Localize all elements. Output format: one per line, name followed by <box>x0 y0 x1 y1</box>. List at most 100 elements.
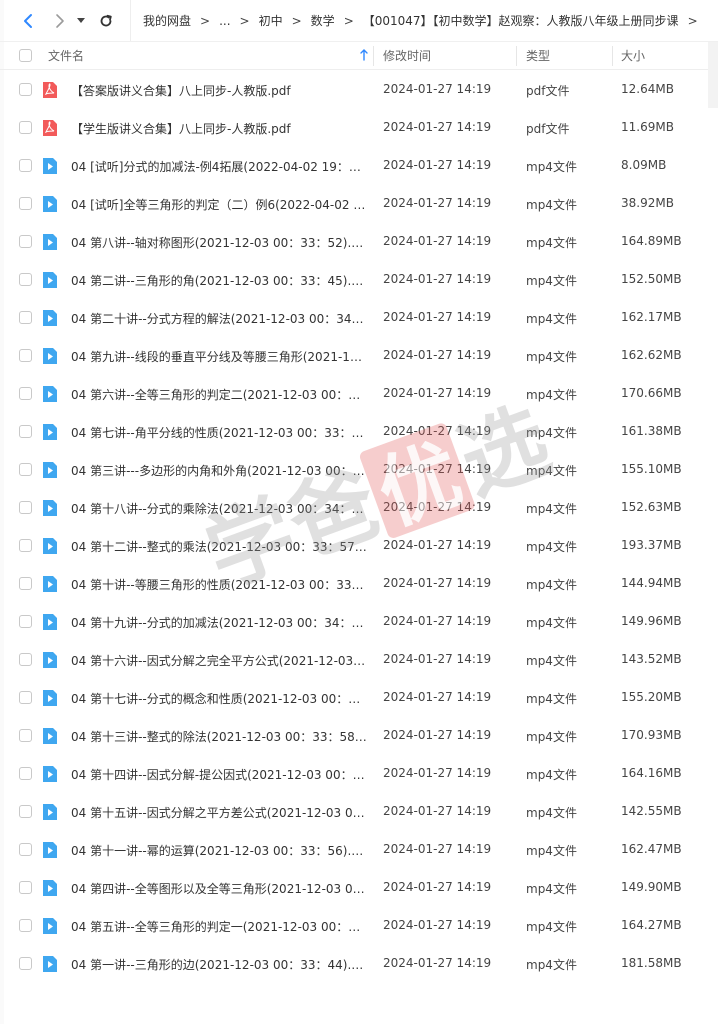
row-checkbox[interactable] <box>19 691 32 704</box>
row-checkbox[interactable] <box>19 273 32 286</box>
row-checkbox[interactable] <box>19 197 32 210</box>
file-name[interactable]: 04 第十八讲--分式的乘除法(2021-12-03 00：34：04).m..… <box>71 500 367 517</box>
file-name[interactable]: 04 第二讲--三角形的角(2021-12-03 00：33：45).mp4 <box>71 272 367 289</box>
row-checkbox[interactable] <box>19 159 32 172</box>
file-name[interactable]: 04 第十四讲--因式分解-提公因式(2021-12-03 00：33：... <box>71 766 367 783</box>
row-checkbox[interactable] <box>19 919 32 932</box>
row-checkbox[interactable] <box>19 425 32 438</box>
file-row[interactable]: 04 第四讲--全等图形以及全等三角形(2021-12-03 00：3... 20… <box>0 869 718 907</box>
chevron-right-icon <box>56 13 64 28</box>
file-row[interactable]: 04 第二讲--三角形的角(2021-12-03 00：33：45).mp4 20… <box>0 261 718 299</box>
file-name[interactable]: 04 第十六讲--因式分解之完全平方公式(2021-12-03 00... <box>71 652 367 669</box>
column-header-type[interactable]: 类型 <box>526 47 550 64</box>
row-checkbox[interactable] <box>19 653 32 666</box>
file-row[interactable]: 04 第十九讲--分式的加减法(2021-12-03 00：34：05).m..… <box>0 603 718 641</box>
row-checkbox[interactable] <box>19 501 32 514</box>
file-name[interactable]: 04 第十三讲--整式的除法(2021-12-03 00：33：58).mp4 <box>71 728 367 745</box>
file-name[interactable]: 04 第四讲--全等图形以及全等三角形(2021-12-03 00：3... <box>71 880 367 897</box>
row-checkbox[interactable] <box>19 615 32 628</box>
history-dropdown[interactable] <box>74 7 88 35</box>
file-name[interactable]: 04 [试听]全等三角形的判定（二）例6(2022-04-02 19：... <box>71 196 367 213</box>
row-checkbox[interactable] <box>19 83 32 96</box>
file-name[interactable]: 04 第九讲--线段的垂直平分线及等腰三角形(2021-12-03... <box>71 348 367 365</box>
breadcrumb-item-current[interactable]: 【001047】【初中数学】赵观察：人教版八年级上册同步课 <box>361 12 681 29</box>
file-row[interactable]: 04 [试听]全等三角形的判定（二）例6(2022-04-02 19：... 20… <box>0 185 718 223</box>
file-row[interactable]: 04 第十五讲--因式分解之平方差公式(2021-12-03 00：3... 20… <box>0 793 718 831</box>
row-checkbox[interactable] <box>19 805 32 818</box>
file-row[interactable]: 04 第十四讲--因式分解-提公因式(2021-12-03 00：33：... 2… <box>0 755 718 793</box>
file-row[interactable]: 04 第十三讲--整式的除法(2021-12-03 00：33：58).mp4 2… <box>0 717 718 755</box>
row-checkbox[interactable] <box>19 881 32 894</box>
file-name[interactable]: 04 第八讲--轴对称图形(2021-12-03 00：33：52).mp4 <box>71 234 367 251</box>
back-button[interactable] <box>14 7 42 35</box>
file-row[interactable]: 04 第十一讲--幂的运算(2021-12-03 00：33：56).mp4 20… <box>0 831 718 869</box>
file-row[interactable]: 04 第十七讲--分式的概念和性质(2021-12-03 00：34：... 20… <box>0 679 718 717</box>
file-row[interactable]: 04 第五讲--全等三角形的判定一(2021-12-03 00：33：... 20… <box>0 907 718 945</box>
file-name[interactable]: 04 第十七讲--分式的概念和性质(2021-12-03 00：34：... <box>71 690 367 707</box>
file-row[interactable]: 【学生版讲义合集】八上同步-人教版.pdf 2024-01-27 14:19 pdf… <box>0 109 718 147</box>
column-header-size[interactable]: 大小 <box>621 47 645 64</box>
file-row[interactable]: 04 第十八讲--分式的乘除法(2021-12-03 00：34：04).m..… <box>0 489 718 527</box>
file-name[interactable]: 04 第六讲--全等三角形的判定二(2021-12-03 00：33：... <box>71 386 367 403</box>
file-name[interactable]: 04 第二十讲--分式方程的解法(2021-12-03 00：34：07)... <box>71 310 367 327</box>
row-checkbox[interactable] <box>19 767 32 780</box>
video-icon <box>43 158 57 174</box>
breadcrumb-item[interactable]: 数学 <box>309 12 337 29</box>
file-name[interactable]: 04 第三讲---多边形的内角和外角(2021-12-03 00：33：... <box>71 462 367 479</box>
file-row[interactable]: 04 第二十讲--分式方程的解法(2021-12-03 00：34：07)...… <box>0 299 718 337</box>
file-row[interactable]: 04 第六讲--全等三角形的判定二(2021-12-03 00：33：... 20… <box>0 375 718 413</box>
row-checkbox[interactable] <box>19 387 32 400</box>
file-modified-time: 2024-01-27 14:19 <box>383 158 492 172</box>
column-header-time[interactable]: 修改时间 <box>383 47 431 64</box>
column-divider[interactable] <box>516 46 517 66</box>
file-row[interactable]: 04 第八讲--轴对称图形(2021-12-03 00：33：52).mp4 20… <box>0 223 718 261</box>
row-checkbox[interactable] <box>19 463 32 476</box>
row-checkbox[interactable] <box>19 577 32 590</box>
forward-button[interactable] <box>46 7 74 35</box>
file-row[interactable]: 04 [试听]分式的加减法-例4拓展(2022-04-02 19：19：5...… <box>0 147 718 185</box>
file-row[interactable]: 04 第十讲--等腰三角形的性质(2021-12-03 00：33：54)...… <box>0 565 718 603</box>
file-row[interactable]: 04 第三讲---多边形的内角和外角(2021-12-03 00：33：... 2… <box>0 451 718 489</box>
row-checkbox[interactable] <box>19 957 32 970</box>
file-name[interactable]: 04 第七讲--角平分线的性质(2021-12-03 00：33：51).m..… <box>71 424 367 441</box>
file-name[interactable]: 04 第十九讲--分式的加减法(2021-12-03 00：34：05).m..… <box>71 614 367 631</box>
file-name[interactable]: 04 第十二讲--整式的乘法(2021-12-03 00：33：57).mp4 <box>71 538 367 555</box>
file-modified-time: 2024-01-27 14:19 <box>383 462 492 476</box>
sort-arrow-up-icon[interactable] <box>360 49 368 61</box>
file-name[interactable]: 【答案版讲义合集】八上同步-人教版.pdf <box>71 82 367 99</box>
row-checkbox[interactable] <box>19 311 32 324</box>
row-checkbox[interactable] <box>19 235 32 248</box>
file-type: mp4文件 <box>526 312 577 326</box>
file-name[interactable]: 04 第一讲--三角形的边(2021-12-03 00：33：44).mp4 <box>71 956 367 973</box>
file-name[interactable]: 04 第十一讲--幂的运算(2021-12-03 00：33：56).mp4 <box>71 842 367 859</box>
file-size: 162.47MB <box>621 842 682 856</box>
file-name[interactable]: 04 第五讲--全等三角形的判定一(2021-12-03 00：33：... <box>71 918 367 935</box>
file-row[interactable]: 【答案版讲义合集】八上同步-人教版.pdf 2024-01-27 14:19 pdf… <box>0 71 718 109</box>
file-name[interactable]: 04 第十讲--等腰三角形的性质(2021-12-03 00：33：54)... <box>71 576 367 593</box>
refresh-button[interactable] <box>92 7 120 35</box>
file-size: 144.94MB <box>621 576 682 590</box>
row-checkbox[interactable] <box>19 729 32 742</box>
file-name[interactable]: 04 [试听]分式的加减法-例4拓展(2022-04-02 19：19：5... <box>71 158 367 175</box>
breadcrumb-item[interactable]: 我的网盘 <box>141 12 193 29</box>
row-checkbox[interactable] <box>19 349 32 362</box>
column-divider[interactable] <box>373 46 374 66</box>
row-checkbox[interactable] <box>19 843 32 856</box>
file-row[interactable]: 04 第九讲--线段的垂直平分线及等腰三角形(2021-12-03... 2024… <box>0 337 718 375</box>
file-size: 155.10MB <box>621 462 682 476</box>
file-name[interactable]: 04 第十五讲--因式分解之平方差公式(2021-12-03 00：3... <box>71 804 367 821</box>
file-row[interactable]: 04 第十六讲--因式分解之完全平方公式(2021-12-03 00... 202… <box>0 641 718 679</box>
breadcrumb-item[interactable]: 初中 <box>257 12 285 29</box>
file-name[interactable]: 【学生版讲义合集】八上同步-人教版.pdf <box>71 120 367 137</box>
row-checkbox[interactable] <box>19 539 32 552</box>
file-size: 162.17MB <box>621 310 682 324</box>
file-row[interactable]: 04 第一讲--三角形的边(2021-12-03 00：33：44).mp4 20… <box>0 945 718 983</box>
column-header-name[interactable]: 文件名 <box>48 47 84 64</box>
row-checkbox[interactable] <box>19 121 32 134</box>
file-row[interactable]: 04 第十二讲--整式的乘法(2021-12-03 00：33：57).mp4 2… <box>0 527 718 565</box>
breadcrumb: 我的网盘 > ... > 初中 > 数学 > 【001047】【初中数学】赵观察… <box>130 0 705 41</box>
breadcrumb-item[interactable]: ... <box>217 14 232 28</box>
file-row[interactable]: 04 第七讲--角平分线的性质(2021-12-03 00：33：51).m..… <box>0 413 718 451</box>
select-all-checkbox[interactable] <box>19 49 32 62</box>
column-divider[interactable] <box>612 46 613 66</box>
